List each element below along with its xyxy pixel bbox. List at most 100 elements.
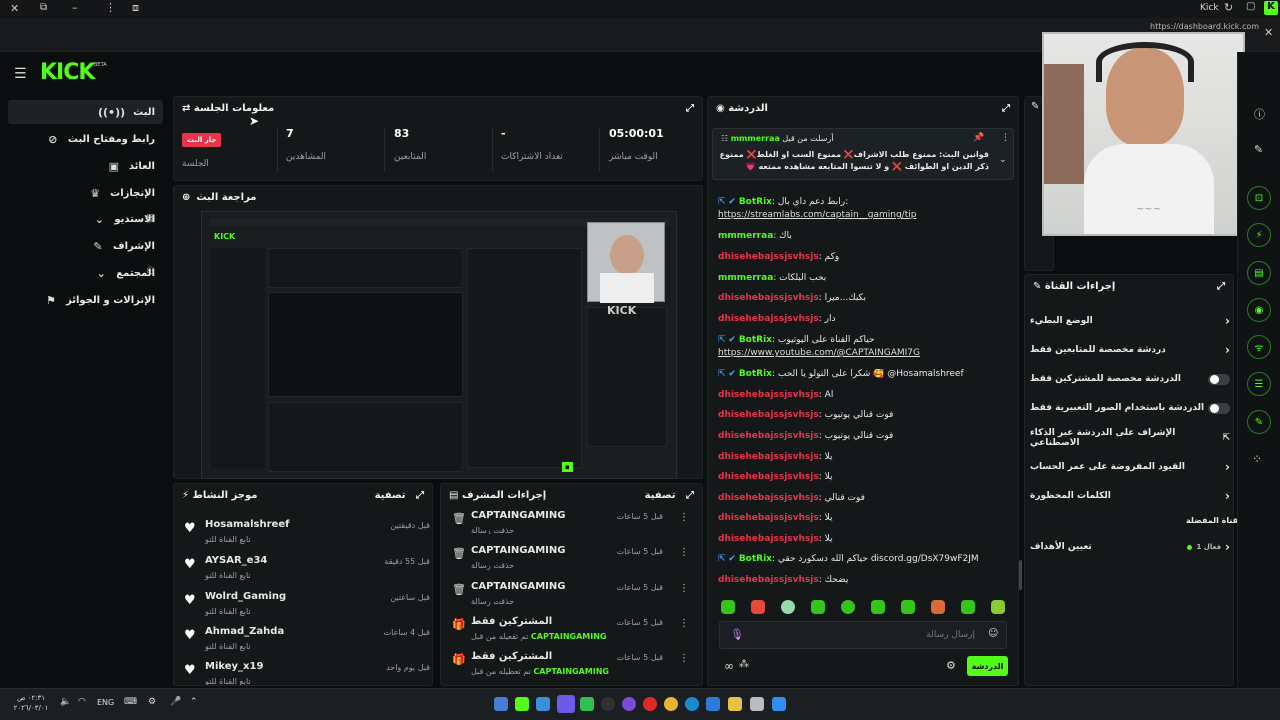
mod-actions-filter[interactable]: تصفية xyxy=(645,490,676,501)
activity-user[interactable]: Mikey_x19 xyxy=(205,661,263,672)
expand-icon[interactable]: ⤢ xyxy=(416,490,424,501)
settings-icon[interactable]: ⚙ xyxy=(148,697,156,707)
pinned-user[interactable]: mmmerraa xyxy=(731,134,780,143)
more-menu-icon[interactable]: ⋮ xyxy=(105,1,116,14)
extension-icon[interactable]: ⧈ xyxy=(132,1,139,15)
chevron-up-icon[interactable]: ⌃ xyxy=(190,697,198,707)
chat-username[interactable]: dhisehebajssjsvhsjs xyxy=(718,472,819,482)
add-widget-icon[interactable]: ⁘ xyxy=(1252,452,1262,466)
chat-input-box[interactable]: 🎙 ☺ xyxy=(719,621,1007,649)
chat-username[interactable]: dhisehebajssjsvhsjs xyxy=(718,513,819,523)
emote-icon[interactable] xyxy=(871,600,885,614)
setting-row[interactable]: الكلمات المحظورة › xyxy=(1030,486,1230,506)
emote-icon[interactable] xyxy=(931,600,945,614)
language-indicator[interactable]: ENG xyxy=(97,698,114,707)
setting-row[interactable]: دردشة مخصصة للمتابعين فقط › xyxy=(1030,340,1230,360)
chat-username[interactable]: BotRix xyxy=(739,335,772,345)
chat-username[interactable]: dhisehebajssjsvhsjs xyxy=(718,390,819,400)
app-chrome-icon[interactable] xyxy=(664,697,678,711)
chat-username[interactable]: BotRix xyxy=(739,369,772,379)
pin-icon[interactable]: 📌 xyxy=(973,133,984,143)
sidebar-item-stream-key[interactable]: ⊘ رابط ومفتاح البث xyxy=(8,127,163,151)
minimize-icon[interactable]: – xyxy=(72,1,78,14)
chat-username[interactable]: BotRix xyxy=(739,197,772,207)
scan-icon[interactable]: ⊡ xyxy=(1247,186,1271,210)
broadcast-icon[interactable]: ᯤ xyxy=(1247,335,1271,359)
dots-icon[interactable]: ⁂ xyxy=(739,659,749,670)
sidebar-item-moderation[interactable]: ✎ الإشراف xyxy=(8,234,163,258)
chat-username[interactable]: dhisehebajssjsvhsjs xyxy=(718,534,819,544)
app-edge-icon[interactable] xyxy=(685,697,699,711)
app-kick-icon[interactable] xyxy=(515,697,529,711)
mod-user[interactable]: CAPTAINGAMING xyxy=(471,581,565,592)
more-icon[interactable]: ⋮ xyxy=(679,618,689,629)
close-icon[interactable]: ✕ xyxy=(10,2,19,15)
emote-icon[interactable] xyxy=(901,600,915,614)
info-icon[interactable]: ⓘ xyxy=(1254,106,1265,122)
setting-row[interactable]: الإشراف على الدردشة عبر الذكاء الاصطناعي… xyxy=(1030,428,1230,448)
app-notes-icon[interactable] xyxy=(750,697,764,711)
activity-user[interactable]: Ahmad_Zahda xyxy=(205,626,284,637)
reload-icon[interactable]: ↻ xyxy=(1224,1,1233,14)
keyboard-icon[interactable]: ⌨ xyxy=(124,697,137,707)
chat-username[interactable]: dhisehebajssjsvhsjs xyxy=(718,452,819,462)
more-icon[interactable]: ⋮ xyxy=(1001,133,1010,143)
mod-by-user[interactable]: CAPTAINGAMING xyxy=(531,632,607,641)
stream-video[interactable]: KICK KICK ▪ xyxy=(201,211,677,479)
app-record-icon[interactable] xyxy=(643,697,657,711)
sidebar-item-drops[interactable]: ⚑ الإنزالات و الجوائز xyxy=(8,288,163,312)
gear-icon[interactable]: ⚙ xyxy=(946,659,956,672)
chat-icon[interactable]: ◉ xyxy=(1247,298,1271,322)
mod-user[interactable]: CAPTAINGAMING xyxy=(471,510,565,521)
sidebar-item-achievements[interactable]: ♛ الإنجازات xyxy=(8,181,163,205)
chat-username[interactable]: dhisehebajssjsvhsjs xyxy=(718,314,819,324)
chat-scrollbar[interactable] xyxy=(1019,560,1022,590)
chat-username[interactable]: mmmerraa xyxy=(718,231,773,241)
mod-user[interactable]: CAPTAINGAMING xyxy=(471,545,565,556)
more-icon[interactable]: ⋮ xyxy=(679,547,689,558)
setting-row[interactable]: الوضع البطيء › xyxy=(1030,311,1230,331)
document-icon[interactable]: ▤ xyxy=(1247,261,1271,285)
emote-icon[interactable] xyxy=(991,600,1005,614)
wrench-icon[interactable]: ✎ xyxy=(1247,410,1271,434)
expand-icon[interactable]: ⤢ xyxy=(1002,103,1010,114)
edit-icon[interactable]: ✎ xyxy=(1254,143,1263,156)
mic-icon[interactable]: 🎙 xyxy=(730,628,744,641)
app-discord-icon[interactable] xyxy=(557,695,575,713)
webcam-overlay[interactable]: ~~~ xyxy=(1042,32,1245,236)
sidebar-item-revenue[interactable]: ▣ العائد xyxy=(8,154,163,178)
copy-icon[interactable]: ▢ xyxy=(1246,1,1255,12)
close-tab-icon[interactable]: ✕ xyxy=(1264,26,1273,39)
infinity-icon[interactable]: ∞ xyxy=(724,659,734,673)
app-folder-icon[interactable] xyxy=(728,697,742,711)
microphone-icon[interactable]: 🎤 xyxy=(170,697,181,707)
emote-icon[interactable] xyxy=(961,600,975,614)
emote-icon[interactable] xyxy=(811,600,825,614)
windows-start-icon[interactable] xyxy=(772,697,786,711)
more-icon[interactable]: ⋮ xyxy=(679,512,689,523)
emote-icon[interactable] xyxy=(781,600,795,614)
emoji-icon[interactable]: ☺ xyxy=(988,628,998,639)
chat-username[interactable]: mmmerraa xyxy=(718,273,773,283)
sidebar-item-studio[interactable]: ⌄ الاستديو xyxy=(8,207,163,231)
more-icon[interactable]: ⋮ xyxy=(679,583,689,594)
app-purple-icon[interactable] xyxy=(622,697,636,711)
url-text[interactable]: https://dashboard.kick.com xyxy=(1150,22,1259,31)
more-icon[interactable]: ⋮ xyxy=(679,653,689,664)
emote-only-toggle[interactable] xyxy=(1208,402,1230,414)
goals-row[interactable]: تعيين الأهداف فعال 1 › xyxy=(1030,537,1230,557)
chat-link[interactable]: https://streamlabs.com/captain__gaming/t… xyxy=(718,210,1018,220)
expand-icon[interactable]: ⤢ xyxy=(686,103,694,114)
sidebar-item-stream[interactable]: ((•)) البث xyxy=(8,100,163,124)
chat-username[interactable]: dhisehebajssjsvhsjs xyxy=(718,252,819,262)
subs-only-toggle[interactable] xyxy=(1208,373,1230,385)
expand-icon[interactable]: ⤢ xyxy=(686,490,694,501)
clock[interactable]: ٠٢:٣١ ص ٢٠٢٦/٠٣/٠١ xyxy=(12,693,50,713)
speaker-icon[interactable]: 🔈 xyxy=(60,697,71,707)
expand-icon[interactable]: ⤢ xyxy=(1217,281,1225,292)
activity-user[interactable]: Hosamalshreef xyxy=(205,519,289,530)
kick-logo[interactable]: KICK xyxy=(40,60,95,85)
app-obs-icon[interactable] xyxy=(601,697,615,711)
wifi-icon[interactable]: ◠ xyxy=(78,697,86,707)
send-chat-button[interactable]: الدردشة xyxy=(967,656,1008,676)
